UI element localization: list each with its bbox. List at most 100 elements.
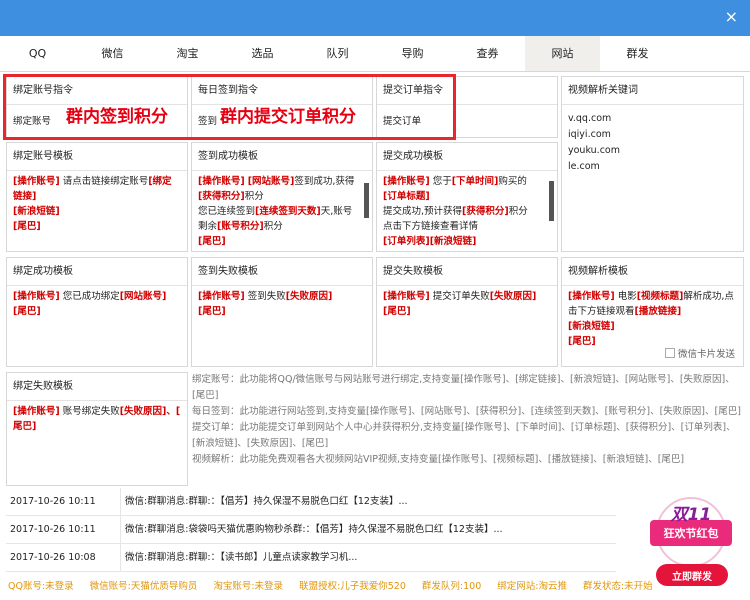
keyword-item: youku.com — [568, 145, 620, 156]
log-row[interactable]: 2017-10-26 10:08 微信:群聊消息:群聊:：【读书郎】儿童点读家教… — [6, 544, 616, 572]
keyword-item: iqiyi.com — [568, 129, 611, 140]
order-success-template-label: 提交成功模板 — [377, 143, 557, 171]
scrollbar[interactable] — [364, 183, 369, 218]
promo-subtitle: 狂欢节红包 — [663, 527, 719, 540]
var-points: [获得积分] — [462, 206, 509, 217]
tpl-text: 、[ — [166, 406, 181, 417]
var-short-link: [新浪短链] — [13, 206, 60, 217]
var-tail: [尾巴] — [198, 236, 226, 247]
video-template-input[interactable]: [操作账号] 电影[视频标题]解析成功,点击下方链接观看[播放链接] [新浪短链… — [562, 286, 743, 352]
var-fail-reason: [失败原因] — [489, 291, 537, 302]
order-success-template-input[interactable]: [操作账号] 您于[下单时间]购买的 [订单标题] 提交成功,预计获得[获得积分… — [377, 171, 557, 251]
var-operator: [操作账号] — [13, 176, 60, 187]
tpl-text: 签到失败 — [244, 291, 286, 302]
tab-mass-send[interactable]: 群发 — [600, 36, 675, 71]
tpl-text: 积分 — [508, 206, 528, 217]
tab-selection[interactable]: 选品 — [225, 36, 300, 71]
tab-website[interactable]: 网站 — [525, 36, 600, 71]
desc-bind: 绑定账号：此功能将QQ/微信账号与网站账号进行绑定,支持变量[操作账号]、[绑定… — [192, 374, 735, 401]
tpl-text: 您已成功绑定 — [59, 291, 120, 302]
tab-taobao[interactable]: 淘宝 — [150, 36, 225, 71]
log-time: 2017-10-26 10:11 — [10, 496, 96, 507]
tpl-text: 购买的 — [498, 176, 527, 187]
sign-fail-template-label: 签到失败模板 — [192, 258, 372, 286]
desc-sign: 每日签到：此功能进行网站签到,支持变量[操作账号]、[网站账号]、[获得积分]、… — [192, 406, 741, 417]
order-fail-template-panel: 提交失败模板 [操作账号] 提交订单失败[失败原因] [尾巴] — [376, 257, 558, 367]
var-operator: [操作账号] — [568, 291, 615, 302]
tab-queue[interactable]: 队列 — [300, 36, 375, 71]
sign-fail-template-panel: 签到失败模板 [操作账号] 签到失败[失败原因] [尾巴] — [191, 257, 373, 367]
var-operator: [操作账号] — [13, 406, 60, 417]
video-template-panel: 视频解析模板 [操作账号] 电影[视频标题]解析成功,点击下方链接观看[播放链接… — [561, 257, 744, 367]
close-icon[interactable]: × — [725, 8, 738, 26]
bind-fail-template-label: 绑定失败模板 — [7, 373, 187, 401]
scrollbar[interactable] — [549, 181, 554, 221]
var-order-time: [下单时间] — [451, 176, 499, 187]
status-taobao: 淘宝账号:未登录 — [213, 581, 284, 592]
bind-success-template-label: 绑定成功模板 — [7, 258, 187, 286]
var-tail: [尾巴] — [568, 336, 596, 347]
desc-order: 提交订单：此功能提交订单到网站个人中心并获得积分,支持变量[操作账号]、[下单时… — [192, 422, 736, 449]
video-keyword-label: 视频解析关键词 — [562, 77, 743, 105]
var-tail: [尾巴] — [198, 306, 226, 317]
wechat-card-checkbox[interactable]: 微信卡片发送 — [664, 346, 735, 360]
var-tail: [尾巴] — [13, 221, 41, 232]
tpl-text: 提交成功,预计获得 — [383, 206, 463, 217]
log-row[interactable]: 2017-10-26 10:11 微信:群聊消息:袋袋吗天猫优惠购物秒杀群:：【… — [6, 516, 616, 544]
status-site: 绑定网站:淘云推 — [497, 581, 567, 592]
var-account-points: [账号积分] — [217, 221, 264, 232]
status-bar: QQ账号:未登录 微信账号:天猫优质导购员 淘宝账号:未登录 联盟授权:儿子我爱… — [0, 574, 750, 600]
log-message: 微信:群聊消息:袋袋吗天猫优惠购物秒杀群:：【倡芳】持久保湿不易脱色口红【12支… — [120, 516, 616, 543]
var-tail: [尾巴] — [13, 306, 41, 317]
var-points: [获得积分] — [198, 191, 245, 202]
tpl-text: 您已连续签到 — [198, 206, 256, 217]
bind-template-input[interactable]: [操作账号] 请点击链接绑定账号[绑定链接] [新浪短链] [尾巴] — [7, 171, 187, 237]
var-tail: [尾巴] — [383, 306, 411, 317]
var-operator: [操作账号] — [198, 176, 245, 187]
promo-title: 双11 — [670, 505, 712, 525]
var-sign-days: [连续签到天数] — [255, 206, 321, 217]
status-alliance: 联盟授权:儿子我爱你520 — [299, 581, 406, 592]
sign-success-template-input[interactable]: [操作账号] [网站账号]签到成功,获得[获得积分]积分 您已连续签到[连续签到… — [192, 171, 372, 251]
var-play-link: [播放链接] — [634, 306, 682, 317]
bind-fail-template-input[interactable]: [操作账号] 账号绑定失败[失败原因]、[ 尾巴] — [7, 401, 187, 437]
bind-fail-template-panel: 绑定失败模板 [操作账号] 账号绑定失败[失败原因]、[ 尾巴] — [6, 372, 188, 486]
var-tail: 尾巴] — [13, 421, 37, 432]
tab-qq[interactable]: QQ — [0, 36, 75, 71]
tab-guide[interactable]: 导购 — [375, 36, 450, 71]
status-queue: 群发队列:100 — [421, 581, 482, 592]
tab-wechat[interactable]: 微信 — [75, 36, 150, 71]
video-keyword-input[interactable]: v.qq.com iqiyi.com youku.com le.com — [562, 105, 743, 178]
bind-success-template-panel: 绑定成功模板 [操作账号] 您已成功绑定[网站账号] [尾巴] — [6, 257, 188, 367]
var-site-account: [网站账号] — [119, 291, 167, 302]
var-short-link: [新浪短链] — [568, 321, 615, 332]
log-row[interactable]: 2017-10-26 10:11 微信:群聊消息:群聊:：【倡芳】持久保湿不易脱… — [6, 488, 616, 516]
var-operator: [操作账号] — [198, 291, 245, 302]
status-wechat: 微信账号:天猫优质导购员 — [89, 581, 198, 592]
desc-video: 视频解析：此功能免费观看各大视频网站VIP视频,支持变量[操作账号]、[视频标题… — [192, 454, 685, 465]
sign-success-template-label: 签到成功模板 — [192, 143, 372, 171]
sign-fail-template-input[interactable]: [操作账号] 签到失败[失败原因] [尾巴] — [192, 286, 372, 322]
title-bar: × — [0, 0, 750, 36]
status-send: 群发状态:未开始 — [582, 581, 653, 592]
sign-success-template-panel: 签到成功模板 [操作账号] [网站账号]签到成功,获得[获得积分]积分 您已连续… — [191, 142, 373, 252]
tpl-text: 提交订单失败 — [429, 291, 490, 302]
log-time: 2017-10-26 10:11 — [10, 524, 96, 535]
tpl-text: 请点击链接绑定账号 — [59, 176, 149, 187]
log-message: 微信:群聊消息:群聊:：【倡芳】持久保湿不易脱色口红【12支装】... — [120, 488, 616, 515]
var-operator: [操作账号] — [13, 291, 60, 302]
tpl-text: 账号绑定失败 — [59, 406, 120, 417]
tab-coupon[interactable]: 查券 — [450, 36, 525, 71]
wechat-card-label: 微信卡片发送 — [677, 349, 735, 360]
keyword-item: v.qq.com — [568, 113, 612, 124]
checkbox-icon[interactable] — [664, 348, 675, 358]
tpl-text: 积分 — [263, 221, 283, 232]
bind-template-label: 绑定账号模板 — [7, 143, 187, 171]
bind-success-template-input[interactable]: [操作账号] 您已成功绑定[网站账号] [尾巴] — [7, 286, 187, 322]
var-short-link: [新浪短链] — [429, 236, 477, 247]
function-description: 绑定账号：此功能将QQ/微信账号与网站账号进行绑定,支持变量[操作账号]、[绑定… — [192, 372, 744, 486]
var-fail-reason: [失败原因] — [285, 291, 333, 302]
var-video-title: [视频标题] — [636, 291, 684, 302]
order-fail-template-input[interactable]: [操作账号] 提交订单失败[失败原因] [尾巴] — [377, 286, 557, 322]
tpl-text: 电影 — [614, 291, 637, 302]
